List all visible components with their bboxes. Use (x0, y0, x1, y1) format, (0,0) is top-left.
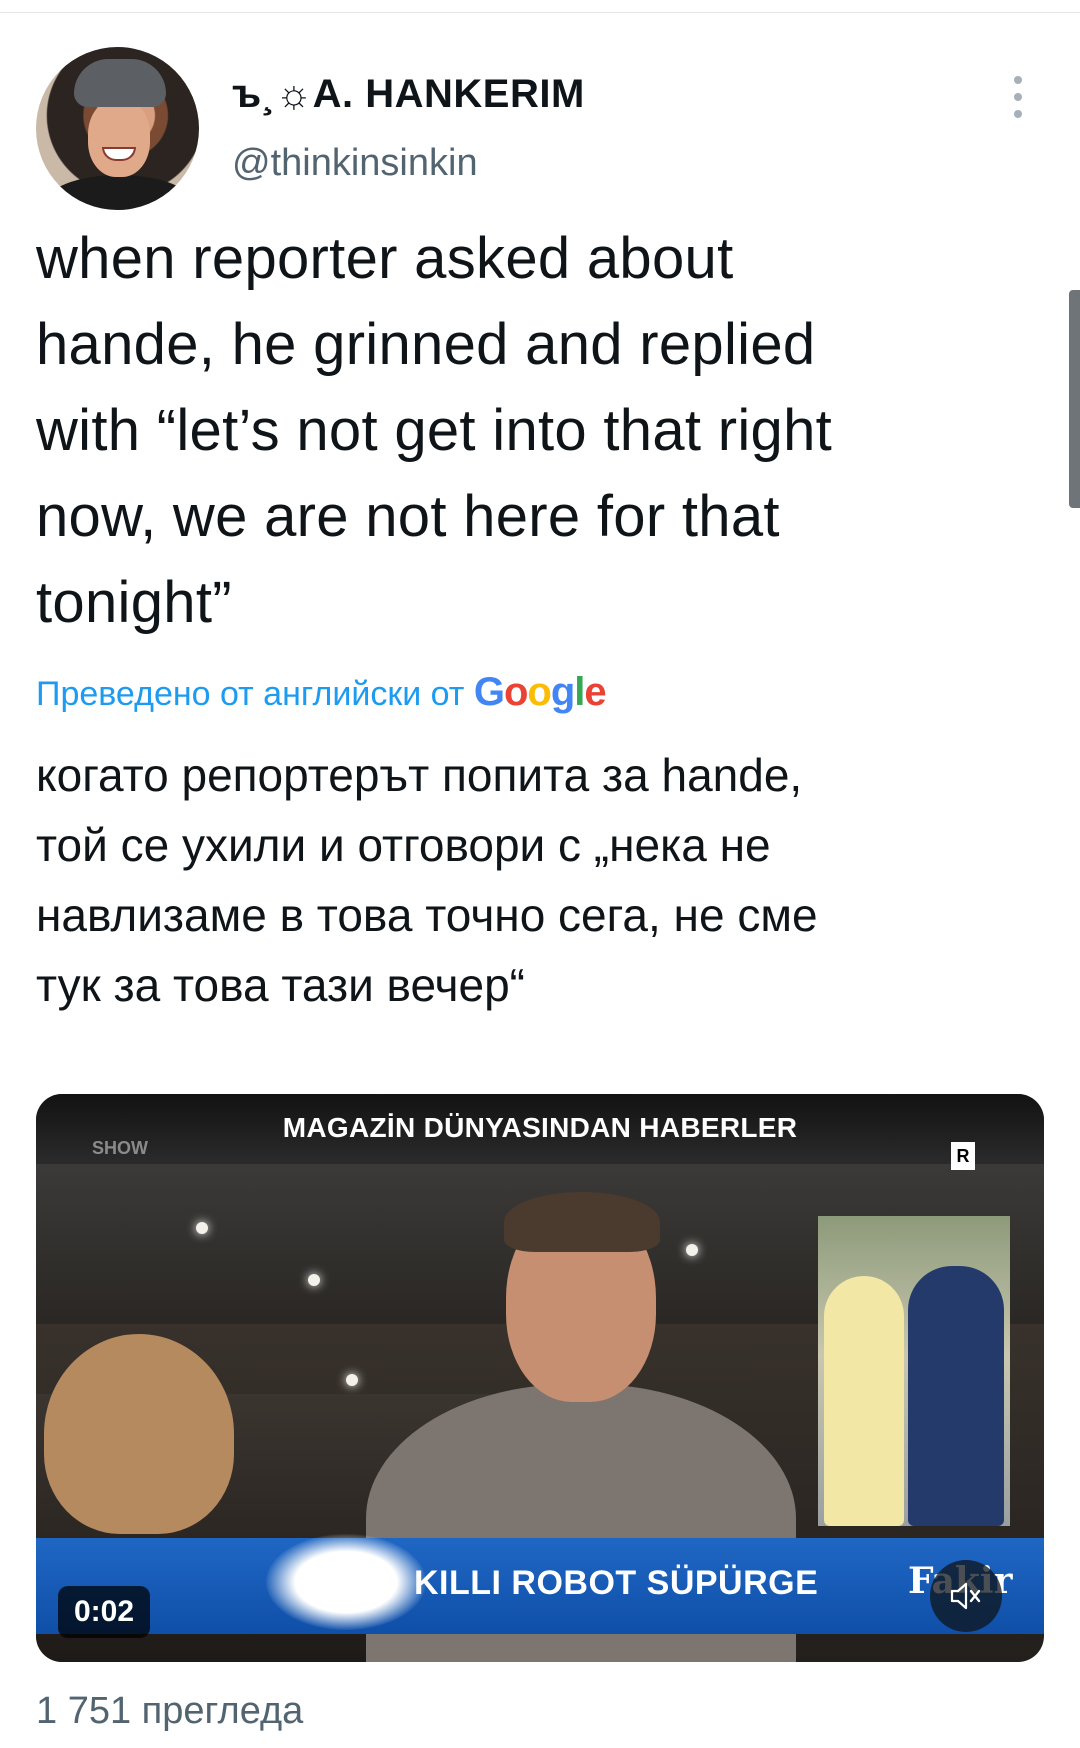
mute-icon (950, 1582, 981, 1610)
lower-third-text: KILLI ROBOT SÜPÜRGE (414, 1564, 819, 1602)
inset-groom-shape (908, 1266, 1004, 1526)
author-handle[interactable]: @thinkinsinkin (232, 142, 478, 185)
translated-text: когато репортерът попита за hande, той с… (36, 749, 818, 1011)
ceiling-light (346, 1374, 358, 1386)
ceiling-light (686, 1244, 698, 1256)
view-count: 1 751 прегледа (36, 1690, 304, 1732)
tweet-text: when reporter asked about hande, he grin… (36, 226, 833, 635)
video-inset-photo (818, 1216, 1010, 1526)
avatar[interactable] (36, 47, 199, 210)
avatar-beanie-shape (74, 59, 166, 107)
video-headline: MAGAZİN DÜNYASINDAN HABERLER (282, 1112, 798, 1143)
more-vertical-icon[interactable] (1003, 76, 1033, 122)
avatar-face-shape (88, 99, 150, 177)
channel-logo: SHOW (92, 1138, 148, 1158)
translated-by-label: Преведено от английски от (36, 675, 465, 713)
mute-button[interactable] (930, 1560, 1002, 1632)
top-divider (0, 12, 1080, 13)
author-display-name[interactable]: ъ¸☼A. HANKERIM (232, 72, 585, 117)
video-player[interactable]: MAGAZİN DÜNYASINDAN HABERLER SHOW R KILL… (36, 1094, 1044, 1662)
video-timestamp: 0:02 (58, 1586, 151, 1638)
rating-badge: R (951, 1142, 975, 1170)
google-logo: Google (473, 670, 607, 714)
video-hair-shape (504, 1192, 660, 1252)
scrollbar[interactable] (1069, 290, 1080, 508)
video-blur-spot (266, 1534, 426, 1630)
ceiling-light (308, 1274, 320, 1286)
ceiling-light (196, 1222, 208, 1234)
avatar-body-shape (44, 175, 194, 210)
translation-attribution[interactable]: Преведено от английски от Google (36, 670, 607, 715)
inset-bride-shape (824, 1276, 904, 1526)
video-person-shape (44, 1334, 234, 1534)
